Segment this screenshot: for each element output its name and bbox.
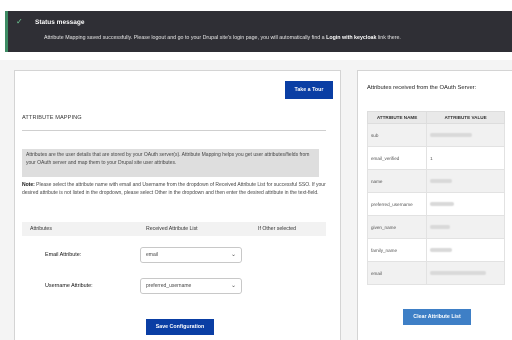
note-text: Note: Please select the attribute name w…: [22, 181, 326, 197]
mapping-table-header: Attributes Received Attribute List If Ot…: [22, 222, 326, 236]
note-body: Please select the attribute name with em…: [22, 182, 326, 196]
check-icon: ✓: [16, 17, 23, 26]
attribute-name: email: [366, 261, 428, 285]
status-text-pre: Attribute Mapping saved successfully. Pl…: [44, 35, 327, 41]
attribute-value: [426, 169, 505, 193]
chevron-down-icon: ⌄: [230, 283, 236, 289]
status-message: ✓ Status message Attribute Mapping saved…: [5, 11, 512, 52]
attribute-mapping-panel: Take a Tour ATTRIBUTE MAPPING Attributes…: [14, 70, 341, 340]
attribute-value: [426, 123, 505, 147]
table-row: name: [366, 169, 505, 193]
section-title: ATTRIBUTE MAPPING: [22, 115, 82, 121]
attribute-name: name: [366, 169, 428, 193]
status-text-post: link there.: [376, 35, 401, 41]
status-title: Status message: [35, 19, 85, 26]
received-attributes-title: Attributes received from the OAuth Serve…: [367, 85, 477, 91]
attribute-value: 1: [426, 146, 505, 170]
email-attribute-label: Email Attribute:: [45, 252, 82, 258]
status-text-bold: Login with keycloak: [326, 35, 377, 41]
header-attribute-name: ATTRIBUTE NAME: [366, 111, 428, 124]
username-attribute-value: preferred_username: [146, 283, 192, 289]
table-row: family_name: [366, 238, 505, 262]
attributes-table: ATTRIBUTE NAME ATTRIBUTE VALUE sub email…: [366, 111, 505, 285]
clear-attribute-list-button[interactable]: Clear Attribute List: [403, 309, 471, 325]
note-label: Note:: [22, 182, 35, 188]
info-box: Attributes are the user details that are…: [22, 149, 319, 177]
attribute-name: sub: [366, 123, 428, 147]
attribute-name: family_name: [366, 238, 428, 262]
chevron-down-icon: ⌄: [230, 252, 236, 258]
attribute-value: [426, 238, 505, 262]
email-attribute-select[interactable]: email ⌄: [140, 247, 242, 263]
table-row: email: [366, 261, 505, 285]
table-row: sub: [366, 123, 505, 147]
divider: [22, 130, 326, 131]
received-attributes-panel: Attributes received from the OAuth Serve…: [357, 70, 512, 340]
username-attribute-label: Username Attribute:: [45, 283, 93, 289]
status-text: Attribute Mapping saved successfully. Pl…: [44, 35, 401, 41]
email-attribute-value: email: [146, 252, 158, 258]
attribute-name: given_name: [366, 215, 428, 239]
table-row: given_name: [366, 215, 505, 239]
attribute-name: email_verified: [366, 146, 428, 170]
username-attribute-select[interactable]: preferred_username ⌄: [140, 278, 242, 294]
attribute-name: preferred_username: [366, 192, 428, 216]
header-attribute-value: ATTRIBUTE VALUE: [426, 111, 505, 124]
attribute-value: [426, 192, 505, 216]
attribute-value: [426, 215, 505, 239]
col-received-list: Received Attribute List: [146, 226, 198, 232]
attribute-value: [426, 261, 505, 285]
table-row: email_verified 1: [366, 146, 505, 170]
save-configuration-button[interactable]: Save Configuration: [146, 319, 214, 335]
table-row: preferred_username: [366, 192, 505, 216]
col-attributes: Attributes: [30, 226, 52, 232]
col-if-other: If Other selected: [258, 226, 297, 232]
take-a-tour-button[interactable]: Take a Tour: [285, 81, 333, 99]
